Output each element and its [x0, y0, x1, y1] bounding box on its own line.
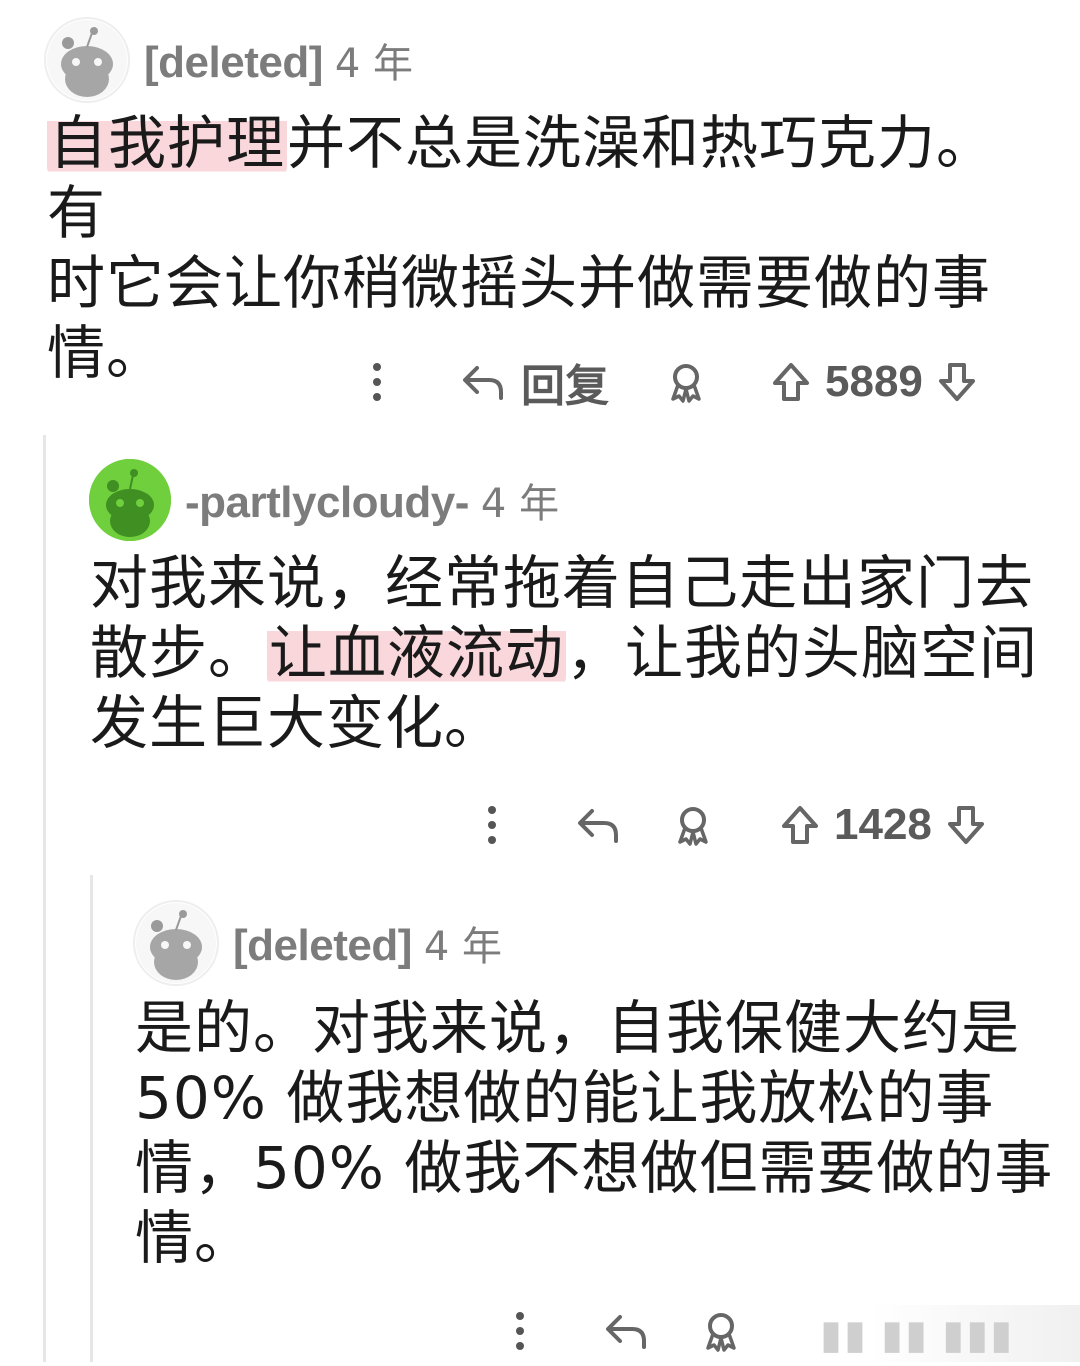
- comment-2-header: -partlycloudy- 4 年: [89, 455, 559, 545]
- comment-3-line-2: 50% 做我想做的能让我放松的事: [135, 1064, 995, 1132]
- comment-1-actions: 回复 5889: [355, 347, 977, 417]
- comment-2-score: 1428: [834, 800, 932, 849]
- reply-label: 回复: [521, 361, 609, 412]
- comment-2-body: 对我来说，经常拖着自己走出家门去 散步。让血液流动，让我的头脑空间 发生巨大变化…: [90, 548, 1050, 758]
- comment-2-line-1: 对我来说，经常拖着自己走出家门去: [90, 549, 1035, 617]
- comment-3-body: 是的。对我来说，自我保健大约是 50% 做我想做的能让我放松的事 情，50% 做…: [135, 993, 1055, 1273]
- downvote-arrow-icon[interactable]: [937, 361, 977, 403]
- reply-button[interactable]: 回复: [461, 350, 609, 414]
- more-vertical-icon[interactable]: [355, 362, 399, 402]
- comment-2-author[interactable]: -partlycloudy-: [185, 478, 469, 528]
- comment-1-age: 4 年: [334, 41, 414, 87]
- comment-1-highlight: 自我护理: [47, 109, 288, 177]
- comment-1-score: 5889: [825, 357, 923, 406]
- more-vertical-icon[interactable]: [498, 1311, 542, 1351]
- comment-3-line-3: 情，50% 做我不想做但需要做的事: [135, 1134, 1054, 1202]
- thread-line-level-2: [90, 875, 93, 1362]
- award-icon: [671, 364, 701, 403]
- comment-3-actions: [498, 1296, 742, 1366]
- award-button[interactable]: [700, 1310, 742, 1352]
- comment-1-header: [deleted] 4 年: [44, 15, 413, 105]
- comment-1-line-1: 自我护理并不总是洗澡和热巧克力。有: [47, 109, 996, 247]
- award-button[interactable]: [665, 361, 707, 403]
- snoo-avatar-icon: [47, 20, 127, 100]
- award-button[interactable]: [672, 804, 714, 846]
- comment-1-line-2: 时它会让你稍微摇头并做需要做的事: [47, 249, 992, 317]
- reply-button[interactable]: [604, 1311, 648, 1351]
- comment-3-author[interactable]: [deleted]: [233, 921, 412, 971]
- comment-3-line-4: 情。: [135, 1204, 254, 1272]
- reply-arrow-icon: [578, 809, 618, 843]
- award-icon: [678, 807, 708, 846]
- vote-controls: 5889: [771, 357, 977, 407]
- reply-arrow-icon: [606, 1315, 646, 1349]
- snoo-avatar-icon: [136, 903, 216, 983]
- thread-line-level-1: [43, 435, 46, 1362]
- award-icon: [706, 1313, 736, 1352]
- snoo-avatar-icon: [89, 459, 171, 541]
- comment-2-line-2: 散步。让血液流动，让我的头脑空间: [90, 619, 1039, 687]
- comment-2-line-3: 发生巨大变化。: [90, 689, 504, 757]
- comment-2-highlight: 让血液流动: [267, 619, 567, 687]
- downvote-arrow-icon[interactable]: [946, 804, 986, 846]
- comment-3-header: [deleted] 4 年: [133, 898, 502, 988]
- vote-controls: 1428: [780, 800, 986, 850]
- comment-1-avatar[interactable]: [44, 17, 130, 103]
- comment-1-body: 自我护理并不总是洗澡和热巧克力。有 时它会让你稍微摇头并做需要做的事 情。: [47, 108, 1047, 388]
- comment-3-line-1: 是的。对我来说，自我保健大约是: [135, 994, 1021, 1062]
- comment-2-age: 4 年: [480, 481, 560, 527]
- comment-3-age: 4 年: [423, 924, 503, 970]
- more-vertical-icon[interactable]: [470, 805, 514, 845]
- comment-2-actions: 1428: [470, 790, 986, 860]
- reply-arrow-icon: [463, 366, 503, 400]
- upvote-arrow-icon[interactable]: [780, 804, 820, 846]
- reply-button[interactable]: [576, 805, 620, 845]
- comment-2-avatar[interactable]: [89, 459, 171, 541]
- watermark-mark: ▮▮ ▮▮ ▮▮▮: [820, 1313, 1015, 1357]
- upvote-arrow-icon[interactable]: [771, 361, 811, 403]
- comment-3-avatar[interactable]: [133, 900, 219, 986]
- comment-1-author[interactable]: [deleted]: [144, 38, 323, 88]
